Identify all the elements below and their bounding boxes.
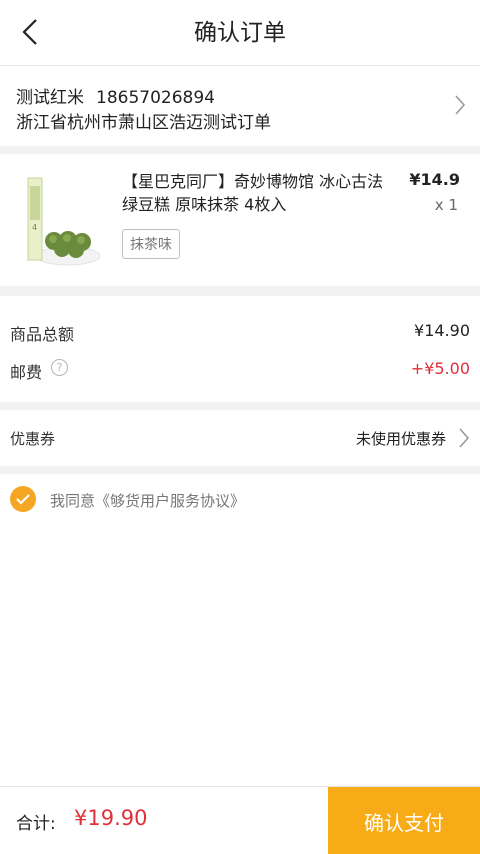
help-icon[interactable]: ? xyxy=(51,359,68,376)
page-title: 确认订单 xyxy=(194,20,286,46)
section-divider xyxy=(0,402,480,410)
product-thumbnail: 4 xyxy=(27,177,101,266)
agreement-link[interactable]: 我同意《够货用户服务协议》 xyxy=(50,490,245,511)
section-divider xyxy=(0,466,480,474)
coupon-row[interactable]: 优惠券 未使用优惠券 xyxy=(0,410,480,466)
confirm-pay-button[interactable]: 确认支付 xyxy=(328,787,480,854)
product-title: 【星巴克同厂】奇妙博物馆 冰心古法绿豆糕 原味抹茶 4枚入 xyxy=(122,172,384,214)
agreement-checkbox[interactable] xyxy=(10,486,36,512)
recipient-phone: 18657026894 xyxy=(96,88,215,108)
total-amount: ¥19.90 xyxy=(74,806,148,830)
product-price: ¥14.9 xyxy=(409,170,460,189)
address-contact: 测试红米 18657026894 xyxy=(16,83,227,108)
recipient-name: 测试红米 xyxy=(16,88,84,108)
agreement-row: 我同意《够货用户服务协议》 xyxy=(0,474,480,526)
product-item: 4 【星巴克同厂】奇妙博物馆 冰心古法绿豆糕 原味抹茶 4枚入 ¥14.9 x … xyxy=(0,154,480,286)
shipping-label: 邮费 xyxy=(10,363,43,382)
header-bar: 确认订单 xyxy=(0,0,480,66)
coupon-label: 优惠券 xyxy=(10,430,56,448)
subtotal-label: 商品总额 xyxy=(10,325,75,344)
subtotal-value: ¥14.90 xyxy=(414,321,470,340)
price-summary: 商品总额 ¥14.90 邮费 ? +¥5.00 xyxy=(0,296,480,402)
section-divider xyxy=(0,146,480,154)
address-card[interactable]: 测试红米 18657026894 浙江省杭州市萧山区浩迈测试订单 xyxy=(0,66,480,146)
svg-text:4: 4 xyxy=(32,223,37,232)
checkout-bar: 合计: ¥19.90 确认支付 xyxy=(0,786,480,854)
shipping-value: +¥5.00 xyxy=(410,359,470,378)
checkmark-icon xyxy=(16,494,30,505)
coupon-value: 未使用优惠券 xyxy=(355,430,446,448)
chevron-right-icon xyxy=(459,428,470,448)
variant-tag: 抹茶味 xyxy=(122,229,180,259)
chevron-right-icon xyxy=(455,95,466,115)
section-divider xyxy=(0,286,480,296)
address-detail: 浙江省杭州市萧山区浩迈测试订单 xyxy=(16,113,271,133)
total-label: 合计: xyxy=(16,814,56,834)
product-quantity: x 1 xyxy=(434,196,458,214)
